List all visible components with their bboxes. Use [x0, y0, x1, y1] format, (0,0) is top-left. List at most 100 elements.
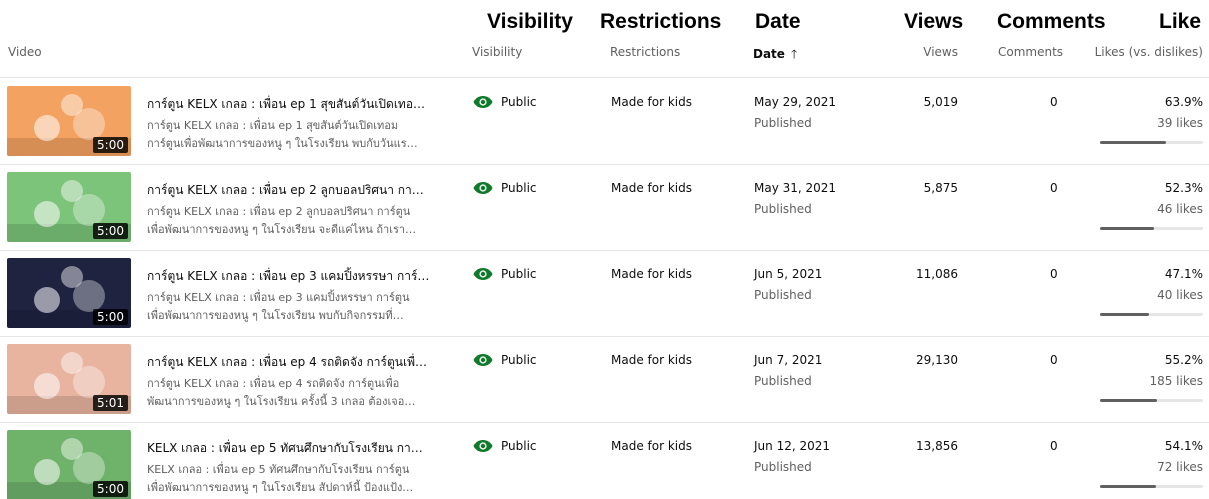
- video-title[interactable]: การ์ตูน KELX เกลอ : เพื่อน ep 4 รถติดจัง…: [147, 353, 437, 372]
- like-ratio-bar: [1100, 141, 1203, 144]
- video-title[interactable]: KELX เกลอ : เพื่อน ep 5 ทัศนศึกษากับโรงเ…: [147, 439, 437, 458]
- visibility-label: Public: [501, 181, 537, 195]
- eye-icon: [473, 182, 493, 194]
- video-duration: 5:00: [93, 309, 128, 325]
- video-description: การ์ตูน KELX เกลอ : เพื่อน ep 2 ลูกบอลปร…: [147, 203, 437, 239]
- visibility-label: Public: [501, 353, 537, 367]
- restriction-label: Made for kids: [611, 95, 692, 109]
- publish-status: Published: [754, 460, 812, 474]
- column-header-likes[interactable]: Likes (vs. dislikes): [1095, 45, 1203, 59]
- restriction-label: Made for kids: [611, 181, 692, 195]
- publish-status: Published: [754, 288, 812, 302]
- arrow-up-icon: 🡑: [790, 47, 798, 61]
- restriction-label: Made for kids: [611, 353, 692, 367]
- visibility-label: Public: [501, 95, 537, 109]
- video-description-line: การ์ตูนเพื่อพัฒนาการของหนู ๆ ในโรงเรียน …: [147, 137, 418, 150]
- video-description-line: เพื่อพัฒนาการของหนู ๆ ในโรงเรียน จะดีแค่…: [147, 223, 417, 236]
- publish-status: Published: [754, 202, 812, 216]
- annotation-likes: Like: [1159, 10, 1202, 33]
- visibility-dropdown[interactable]: Public: [473, 181, 537, 195]
- video-row[interactable]: 5:00 การ์ตูน KELX เกลอ : เพื่อน ep 3 แคม…: [0, 251, 1209, 337]
- video-row[interactable]: 5:00 KELX เกลอ : เพื่อน ep 5 ทัศนศึกษากั…: [0, 423, 1209, 499]
- comment-count: 0: [1050, 181, 1058, 195]
- video-row[interactable]: 5:01 การ์ตูน KELX เกลอ : เพื่อน ep 4 รถต…: [0, 337, 1209, 423]
- visibility-dropdown[interactable]: Public: [473, 95, 537, 109]
- annotation-views: Views: [904, 10, 964, 33]
- video-thumbnail[interactable]: 5:00: [7, 258, 131, 328]
- column-header-date[interactable]: Date 🡑: [753, 45, 797, 66]
- like-count: 185 likes: [1149, 374, 1203, 388]
- annotation-restrictions: Restrictions: [600, 10, 722, 33]
- video-row[interactable]: 5:00 การ์ตูน KELX เกลอ : เพื่อน ep 1 สุข…: [0, 79, 1209, 165]
- video-description-line: เพื่อพัฒนาการของหนู ๆ ในโรงเรียน พบกับกิ…: [147, 309, 404, 322]
- video-description-line: การ์ตูน KELX เกลอ : เพื่อน ep 3 แคมปิ้งห…: [147, 291, 410, 304]
- visibility-label: Public: [501, 267, 537, 281]
- publish-date: May 31, 2021: [754, 181, 837, 195]
- video-row[interactable]: 5:00 การ์ตูน KELX เกลอ : เพื่อน ep 2 ลูก…: [0, 165, 1209, 251]
- restriction-label: Made for kids: [611, 439, 692, 453]
- like-ratio-bar-fill: [1100, 227, 1154, 230]
- like-count: 72 likes: [1157, 460, 1203, 474]
- video-duration: 5:00: [93, 223, 128, 239]
- video-thumbnail[interactable]: 5:00: [7, 86, 131, 156]
- video-duration: 5:00: [93, 137, 128, 153]
- publish-date: Jun 12, 2021: [754, 439, 831, 453]
- restriction-label: Made for kids: [611, 267, 692, 281]
- publish-date: Jun 7, 2021: [754, 353, 823, 367]
- video-title[interactable]: การ์ตูน KELX เกลอ : เพื่อน ep 3 แคมปิ้งห…: [147, 267, 437, 286]
- annotation-comments: Comments: [997, 10, 1106, 33]
- video-description: การ์ตูน KELX เกลอ : เพื่อน ep 3 แคมปิ้งห…: [147, 289, 437, 325]
- eye-icon: [473, 96, 493, 108]
- likes-percentage: 63.9%: [1164, 95, 1203, 109]
- view-count: 13,856: [916, 439, 958, 453]
- column-header-date-label: Date: [753, 47, 785, 61]
- like-ratio-bar: [1100, 313, 1203, 316]
- publish-status: Published: [754, 374, 812, 388]
- video-title[interactable]: การ์ตูน KELX เกลอ : เพื่อน ep 2 ลูกบอลปร…: [147, 181, 437, 200]
- visibility-dropdown[interactable]: Public: [473, 353, 537, 367]
- column-header-views[interactable]: Views: [923, 45, 958, 59]
- video-duration: 5:00: [93, 481, 128, 497]
- eye-icon: [473, 354, 493, 366]
- video-description: KELX เกลอ : เพื่อน ep 5 ทัศนศึกษากับโรงเ…: [147, 461, 437, 497]
- table-header: Video Visibility Restrictions Date 🡑 View…: [0, 40, 1209, 78]
- video-thumbnail[interactable]: 5:01: [7, 344, 131, 414]
- comment-count: 0: [1050, 439, 1058, 453]
- view-count: 5,019: [923, 95, 958, 109]
- video-title[interactable]: การ์ตูน KELX เกลอ : เพื่อน ep 1 สุขสันต์…: [147, 95, 437, 114]
- video-description-line: พัฒนาการของหนู ๆ ในโรงเรียน ครั้งนี้ 3 เ…: [147, 395, 416, 408]
- like-ratio-bar: [1100, 485, 1203, 488]
- view-count: 5,875: [923, 181, 958, 195]
- video-description-line: การ์ตูน KELX เกลอ : เพื่อน ep 1 สุขสันต์…: [147, 119, 399, 132]
- eye-icon: [473, 440, 493, 452]
- visibility-dropdown[interactable]: Public: [473, 439, 537, 453]
- visibility-dropdown[interactable]: Public: [473, 267, 537, 281]
- view-count: 29,130: [916, 353, 958, 367]
- likes-percentage: 52.3%: [1164, 181, 1203, 195]
- video-description: การ์ตูน KELX เกลอ : เพื่อน ep 4 รถติดจัง…: [147, 375, 437, 411]
- like-count: 46 likes: [1157, 202, 1203, 216]
- video-duration: 5:01: [93, 395, 128, 411]
- like-ratio-bar-fill: [1100, 485, 1156, 488]
- publish-date: Jun 5, 2021: [754, 267, 823, 281]
- view-count: 11,086: [916, 267, 958, 281]
- comment-count: 0: [1050, 267, 1058, 281]
- like-ratio-bar-fill: [1100, 399, 1157, 402]
- publish-status: Published: [754, 116, 812, 130]
- column-header-visibility[interactable]: Visibility: [472, 45, 522, 59]
- visibility-label: Public: [501, 439, 537, 453]
- video-thumbnail[interactable]: 5:00: [7, 172, 131, 242]
- like-ratio-bar: [1100, 227, 1203, 230]
- like-ratio-bar: [1100, 399, 1203, 402]
- like-count: 40 likes: [1157, 288, 1203, 302]
- like-ratio-bar-fill: [1100, 313, 1149, 316]
- column-header-comments[interactable]: Comments: [998, 45, 1063, 59]
- like-count: 39 likes: [1157, 116, 1203, 130]
- video-description: การ์ตูน KELX เกลอ : เพื่อน ep 1 สุขสันต์…: [147, 117, 437, 153]
- annotation-visibility: Visibility: [487, 10, 573, 33]
- likes-percentage: 47.1%: [1164, 267, 1203, 281]
- like-ratio-bar-fill: [1100, 141, 1166, 144]
- video-thumbnail[interactable]: 5:00: [7, 430, 131, 499]
- column-header-restrictions[interactable]: Restrictions: [610, 45, 680, 59]
- video-description-line: เพื่อพัฒนาการของหนู ๆ ในโรงเรียน สัปดาห์…: [147, 481, 414, 494]
